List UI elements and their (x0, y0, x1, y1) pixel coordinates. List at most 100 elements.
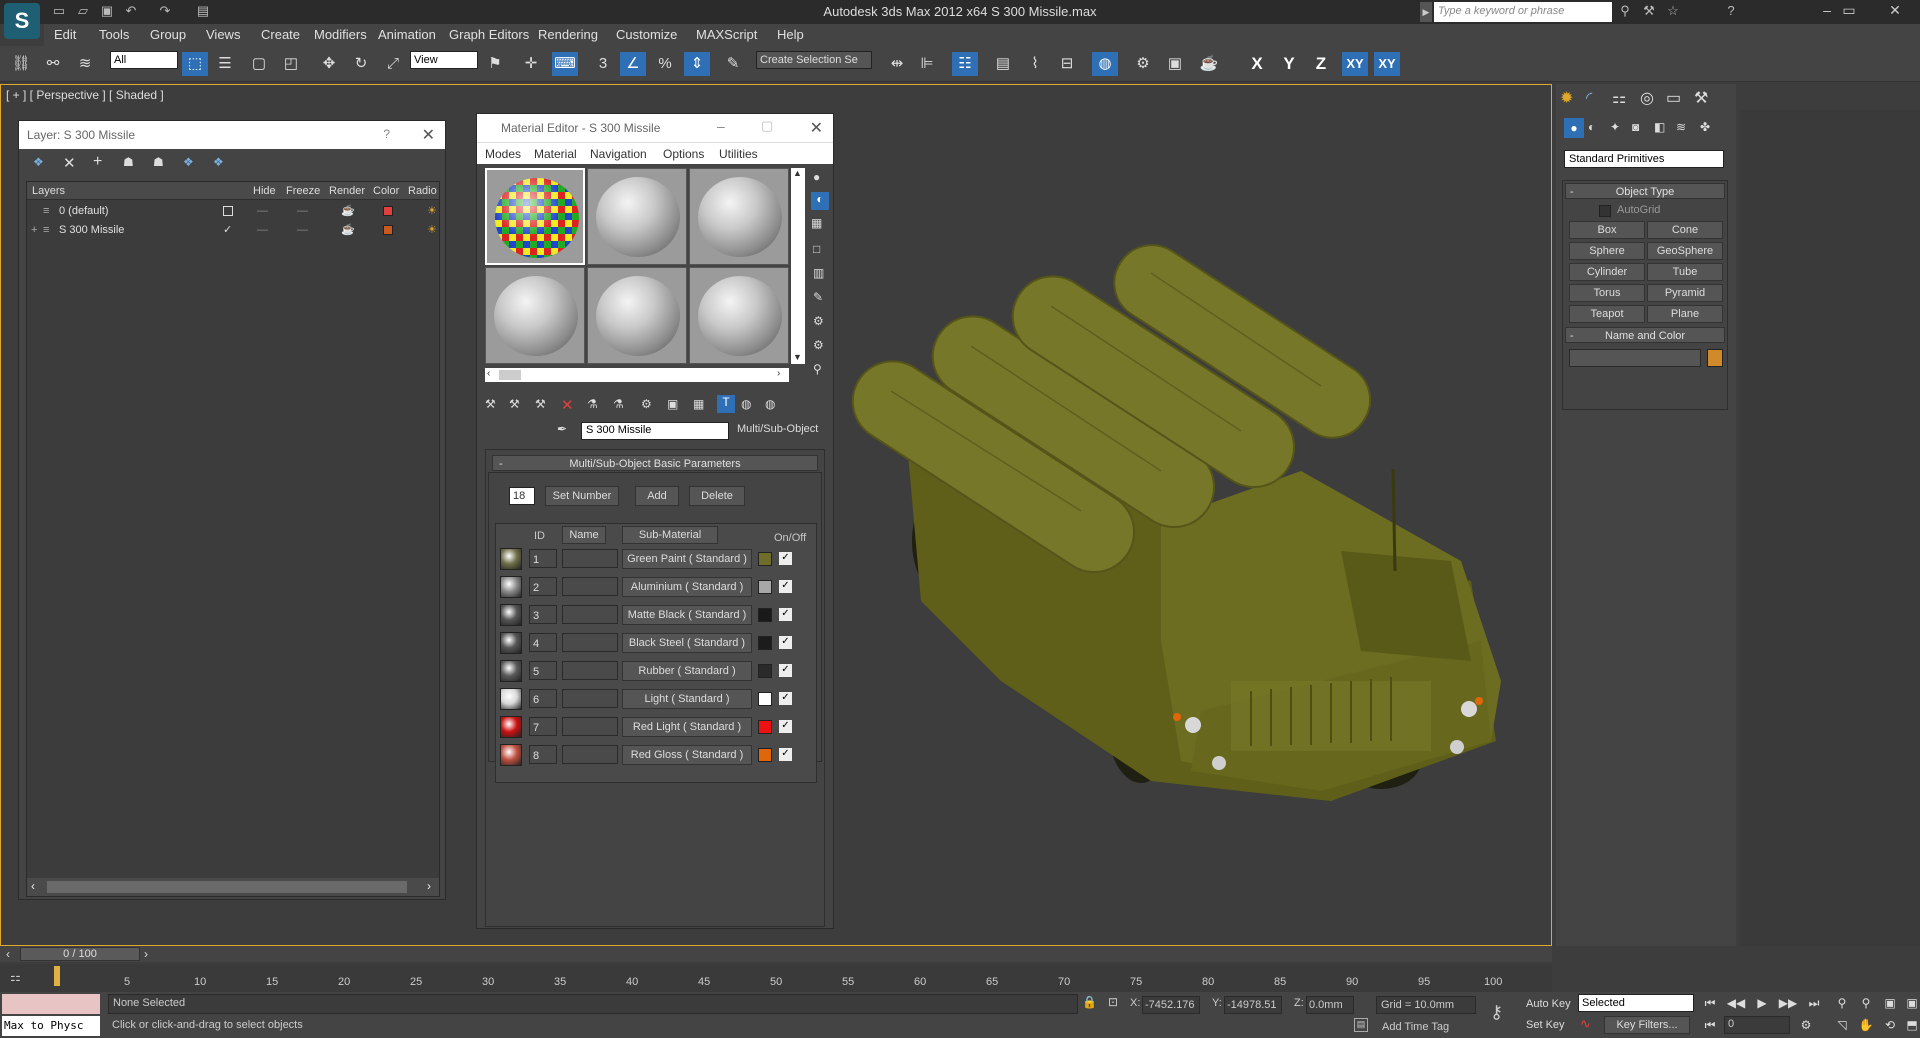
auto-key-button[interactable]: Auto Key (1526, 998, 1572, 1010)
current-layer-check-icon[interactable]: ✓ (223, 221, 232, 239)
object-type-header[interactable]: - Object Type (1565, 183, 1725, 199)
submaterial-button[interactable]: Black Steel ( Standard ) (622, 633, 752, 653)
time-configuration-icon[interactable]: ⚙ (1796, 1016, 1816, 1034)
unlink-icon[interactable]: ⚯ (40, 52, 66, 76)
set-number-input[interactable]: 18 (509, 487, 535, 505)
sample-slot-3[interactable] (689, 168, 789, 265)
select-object-icon[interactable]: ⬚ (182, 52, 208, 76)
key-filters-button[interactable]: Key Filters... (1604, 1016, 1690, 1034)
previous-frame-icon[interactable]: ◀◀ (1726, 994, 1746, 1012)
torus-button[interactable]: Torus (1569, 284, 1645, 302)
name-field[interactable] (562, 549, 618, 568)
maxscript-listener-pink[interactable] (2, 994, 100, 1014)
help-icon[interactable]: ? (383, 127, 390, 141)
axis-xy-button[interactable]: XY (1342, 52, 1368, 76)
current-layer-checkbox[interactable] (223, 206, 233, 216)
submaterial-button[interactable]: Green Paint ( Standard ) (622, 549, 752, 569)
menu-tools[interactable]: Tools (99, 27, 129, 42)
background-icon[interactable]: ▦ (811, 216, 822, 230)
id-field[interactable]: 1 (529, 549, 557, 568)
material-navigator-icon[interactable]: ⚲ (813, 362, 822, 376)
uv-tiling-icon[interactable]: □ (813, 242, 820, 256)
cone-button[interactable]: Cone (1647, 221, 1723, 239)
scroll-thumb[interactable] (499, 370, 521, 380)
maximize-button[interactable]: ▭ (1834, 2, 1864, 22)
show-map-icon[interactable]: ▣ (667, 397, 678, 411)
pan-view-icon[interactable]: ✋ (1856, 1016, 1876, 1034)
sample-slot-5[interactable] (587, 267, 687, 364)
set-key-mode-key-icon[interactable]: ⚷ (1490, 1002, 1503, 1023)
keyboard-shortcut-override-icon[interactable]: ⌨ (552, 52, 578, 76)
onoff-checkbox[interactable]: ✓ (779, 552, 792, 565)
menu-animation[interactable]: Animation (378, 27, 436, 42)
onoff-checkbox[interactable]: ✓ (779, 664, 792, 677)
layer-row[interactable]: + ≡ S 300 Missile ✓ — — ☕ ☀ (27, 221, 441, 239)
color-swatch[interactable] (758, 636, 772, 650)
layer-name[interactable]: S 300 Missile (59, 221, 124, 239)
color-swatch[interactable] (758, 748, 772, 762)
radiosity-icon[interactable]: ☀ (427, 202, 437, 220)
menu-help[interactable]: Help (777, 27, 804, 42)
menu-modes[interactable]: Modes (485, 147, 521, 161)
color-swatch[interactable] (758, 720, 772, 734)
onoff-checkbox[interactable]: ✓ (779, 580, 792, 593)
snaps-toggle-icon[interactable]: 3 (590, 52, 616, 76)
add-to-layer-icon[interactable]: + (93, 153, 102, 171)
create-tab-icon[interactable]: ✹ (1560, 88, 1573, 108)
mirror-icon[interactable]: ⇹ (884, 52, 910, 76)
color-swatch[interactable] (758, 692, 772, 706)
teapot-button[interactable]: Teapot (1569, 305, 1645, 323)
layer-manager-icon[interactable]: ☷ (952, 52, 978, 76)
sample-horizontal-scrollbar[interactable]: ‹ › (485, 368, 789, 382)
lights-icon[interactable]: ✦ (1610, 120, 1620, 134)
menu-rendering[interactable]: Rendering (538, 27, 598, 42)
manipulate-icon[interactable]: ✛ (518, 52, 544, 76)
search-expand-icon[interactable]: ▶ (1420, 2, 1432, 22)
rectangular-selection-icon[interactable]: ▢ (246, 52, 272, 76)
select-move-icon[interactable]: ✥ (316, 52, 342, 76)
select-objects-layer-icon[interactable]: ☗ (123, 155, 134, 169)
menu-material[interactable]: Material (534, 147, 577, 161)
material-name-dropdown[interactable]: S 300 Missile (581, 422, 729, 440)
binoculars-icon[interactable]: ⚲ (1616, 3, 1634, 19)
name-field[interactable] (562, 689, 618, 708)
radiosity-icon[interactable]: ☀ (427, 221, 437, 239)
zoom-icon[interactable]: ⚲ (1832, 994, 1852, 1012)
render-production-icon[interactable]: ☕ (1196, 52, 1222, 76)
go-forward-sibling-icon[interactable]: ◍ (741, 397, 751, 411)
axis-x-button[interactable]: X (1244, 52, 1270, 76)
motion-tab-icon[interactable]: ◎ (1640, 88, 1654, 108)
help-icon[interactable]: ? (1722, 3, 1740, 19)
scroll-right-icon[interactable]: › (427, 879, 431, 893)
material-editor-icon[interactable]: ◍ (1092, 52, 1118, 76)
name-field[interactable] (562, 605, 618, 624)
axis-xy-snap-button[interactable]: XY (1374, 52, 1400, 76)
layer-name[interactable]: 0 (default) (59, 202, 109, 220)
sample-slot-2[interactable] (587, 168, 687, 265)
align-icon[interactable]: ⊫ (914, 52, 940, 76)
color-swatch[interactable] (758, 580, 772, 594)
menu-utilities[interactable]: Utilities (719, 147, 758, 161)
sphere-button[interactable]: Sphere (1569, 242, 1645, 260)
material-id-channel-icon[interactable]: ⚙ (641, 397, 652, 411)
sample-slot-6[interactable] (689, 267, 789, 364)
submaterial-button[interactable]: Matte Black ( Standard ) (622, 605, 752, 625)
track-bar[interactable]: ⚏ 5 10 15 20 25 30 35 40 45 50 55 60 65 … (0, 964, 1552, 992)
zoom-extents-all-icon[interactable]: ▣ (1902, 994, 1920, 1012)
freeze-all-icon[interactable]: ❖ (213, 155, 224, 169)
object-color-swatch[interactable] (1707, 349, 1723, 367)
time-slider-thumb[interactable]: 0 / 100 (20, 947, 140, 961)
sample-type-icon[interactable]: ● (813, 170, 820, 184)
add-time-tag[interactable]: Add Time Tag (1382, 1021, 1449, 1033)
utilities-tab-icon[interactable]: ⚒ (1694, 88, 1708, 108)
space-warps-icon[interactable]: ≋ (1676, 120, 1686, 134)
set-key-button[interactable]: Set Key (1526, 1019, 1572, 1031)
color-swatch[interactable] (758, 664, 772, 678)
display-tab-icon[interactable]: ▭ (1666, 88, 1681, 108)
name-field[interactable] (562, 661, 618, 680)
star-icon[interactable]: ☆ (1664, 3, 1682, 19)
current-frame-field[interactable]: 0 (1724, 1016, 1790, 1034)
color-swatch[interactable] (758, 552, 772, 566)
render-teapot-icon[interactable]: ☕ (341, 221, 355, 239)
systems-icon[interactable]: ✤ (1700, 120, 1710, 134)
